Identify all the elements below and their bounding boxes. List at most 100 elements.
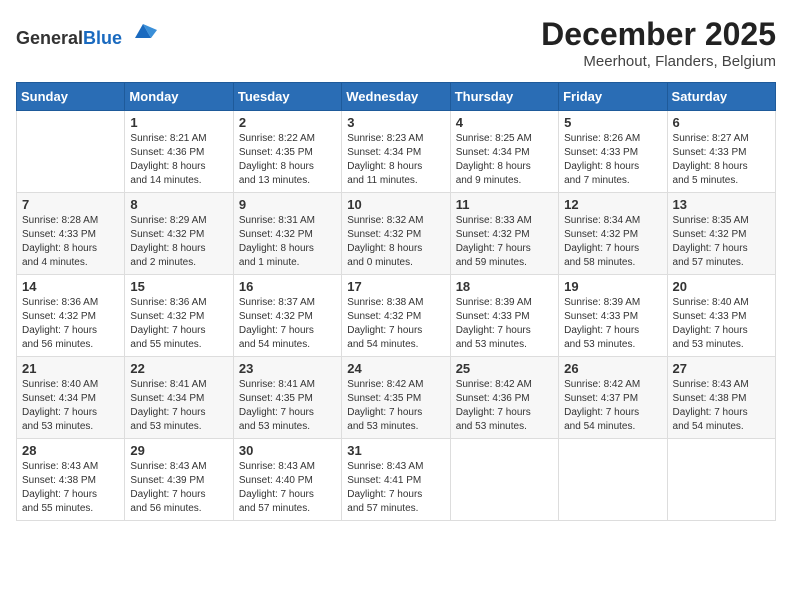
title-area: December 2025 Meerhout, Flanders, Belgiu… bbox=[541, 16, 776, 70]
calendar: SundayMondayTuesdayWednesdayThursdayFrid… bbox=[16, 82, 776, 521]
day-number: 10 bbox=[347, 197, 444, 212]
day-number: 11 bbox=[456, 197, 553, 212]
day-info: Sunrise: 8:39 AM Sunset: 4:33 PM Dayligh… bbox=[564, 296, 661, 352]
day-number: 15 bbox=[130, 279, 227, 294]
day-info: Sunrise: 8:22 AM Sunset: 4:35 PM Dayligh… bbox=[239, 132, 336, 188]
calendar-week-row: 21Sunrise: 8:40 AM Sunset: 4:34 PM Dayli… bbox=[17, 357, 776, 439]
day-info: Sunrise: 8:37 AM Sunset: 4:32 PM Dayligh… bbox=[239, 296, 336, 352]
calendar-week-row: 1Sunrise: 8:21 AM Sunset: 4:36 PM Daylig… bbox=[17, 111, 776, 193]
logo-blue-text: Blue bbox=[83, 28, 122, 48]
day-info: Sunrise: 8:26 AM Sunset: 4:33 PM Dayligh… bbox=[564, 132, 661, 188]
day-number: 23 bbox=[239, 361, 336, 376]
day-number: 7 bbox=[22, 197, 119, 212]
calendar-cell: 17 Sunrise: 8:38 AM Sunset: 4:32 PM Dayli… bbox=[342, 275, 450, 357]
day-info: Sunrise: 8:41 AM Sunset: 4:34 PM Dayligh… bbox=[130, 378, 227, 434]
day-number: 24 bbox=[347, 361, 444, 376]
day-number: 4 bbox=[456, 115, 553, 130]
calendar-cell: 26 Sunrise: 8:42 AM Sunset: 4:37 PM Dayli… bbox=[559, 357, 667, 439]
day-info: Sunrise: 8:43 AM Sunset: 4:41 PM Dayligh… bbox=[347, 460, 444, 516]
calendar-cell: 25 Sunrise: 8:42 AM Sunset: 4:36 PM Dayli… bbox=[450, 357, 558, 439]
calendar-cell: 11Sunrise: 8:33 AM Sunset: 4:32 PM Dayli… bbox=[450, 193, 558, 275]
day-number: 18 bbox=[456, 279, 553, 294]
day-info: Sunrise: 8:43 AM Sunset: 4:38 PM Dayligh… bbox=[673, 378, 770, 434]
calendar-cell: 27Sunrise: 8:43 AM Sunset: 4:38 PM Dayli… bbox=[667, 357, 775, 439]
calendar-cell: 9Sunrise: 8:31 AM Sunset: 4:32 PM Daylig… bbox=[233, 193, 341, 275]
calendar-cell bbox=[450, 439, 558, 521]
day-number: 8 bbox=[130, 197, 227, 212]
day-number: 19 bbox=[564, 279, 661, 294]
calendar-cell: 7 Sunrise: 8:28 AM Sunset: 4:33 PM Daylig… bbox=[17, 193, 125, 275]
day-info: Sunrise: 8:31 AM Sunset: 4:32 PM Dayligh… bbox=[239, 214, 336, 270]
day-info: Sunrise: 8:25 AM Sunset: 4:34 PM Dayligh… bbox=[456, 132, 553, 188]
header: GeneralBlue December 2025 Meerhout, Flan… bbox=[16, 16, 776, 70]
day-number: 20 bbox=[673, 279, 770, 294]
day-info: Sunrise: 8:38 AM Sunset: 4:32 PM Dayligh… bbox=[347, 296, 444, 352]
day-info: Sunrise: 8:34 AM Sunset: 4:32 PM Dayligh… bbox=[564, 214, 661, 270]
day-number: 14 bbox=[22, 279, 119, 294]
day-info: Sunrise: 8:27 AM Sunset: 4:33 PM Dayligh… bbox=[673, 132, 770, 188]
day-number: 22 bbox=[130, 361, 227, 376]
day-info: Sunrise: 8:41 AM Sunset: 4:35 PM Dayligh… bbox=[239, 378, 336, 434]
weekday-header-thursday: Thursday bbox=[450, 83, 558, 111]
calendar-cell: 3Sunrise: 8:23 AM Sunset: 4:34 PM Daylig… bbox=[342, 111, 450, 193]
day-number: 30 bbox=[239, 443, 336, 458]
day-info: Sunrise: 8:35 AM Sunset: 4:32 PM Dayligh… bbox=[673, 214, 770, 270]
calendar-cell: 2 Sunrise: 8:22 AM Sunset: 4:35 PM Daylig… bbox=[233, 111, 341, 193]
day-info: Sunrise: 8:43 AM Sunset: 4:38 PM Dayligh… bbox=[22, 460, 119, 516]
calendar-cell: 28Sunrise: 8:43 AM Sunset: 4:38 PM Dayli… bbox=[17, 439, 125, 521]
day-info: Sunrise: 8:43 AM Sunset: 4:39 PM Dayligh… bbox=[130, 460, 227, 516]
day-info: Sunrise: 8:29 AM Sunset: 4:32 PM Dayligh… bbox=[130, 214, 227, 270]
logo-icon bbox=[129, 16, 157, 44]
day-info: Sunrise: 8:36 AM Sunset: 4:32 PM Dayligh… bbox=[130, 296, 227, 352]
day-number: 3 bbox=[347, 115, 444, 130]
day-number: 31 bbox=[347, 443, 444, 458]
calendar-cell: 8 Sunrise: 8:29 AM Sunset: 4:32 PM Daylig… bbox=[125, 193, 233, 275]
day-number: 29 bbox=[130, 443, 227, 458]
calendar-week-row: 28Sunrise: 8:43 AM Sunset: 4:38 PM Dayli… bbox=[17, 439, 776, 521]
day-info: Sunrise: 8:42 AM Sunset: 4:37 PM Dayligh… bbox=[564, 378, 661, 434]
weekday-header-friday: Friday bbox=[559, 83, 667, 111]
logo-general-text: General bbox=[16, 28, 83, 48]
day-info: Sunrise: 8:28 AM Sunset: 4:33 PM Dayligh… bbox=[22, 214, 119, 270]
day-number: 5 bbox=[564, 115, 661, 130]
calendar-cell: 16 Sunrise: 8:37 AM Sunset: 4:32 PM Dayli… bbox=[233, 275, 341, 357]
day-info: Sunrise: 8:36 AM Sunset: 4:32 PM Dayligh… bbox=[22, 296, 119, 352]
calendar-cell: 5 Sunrise: 8:26 AM Sunset: 4:33 PM Daylig… bbox=[559, 111, 667, 193]
calendar-cell: 14 Sunrise: 8:36 AM Sunset: 4:32 PM Dayli… bbox=[17, 275, 125, 357]
calendar-cell: 21Sunrise: 8:40 AM Sunset: 4:34 PM Dayli… bbox=[17, 357, 125, 439]
month-title: December 2025 bbox=[541, 16, 776, 53]
weekday-header-tuesday: Tuesday bbox=[233, 83, 341, 111]
day-number: 17 bbox=[347, 279, 444, 294]
calendar-cell bbox=[667, 439, 775, 521]
calendar-cell: 29 Sunrise: 8:43 AM Sunset: 4:39 PM Dayli… bbox=[125, 439, 233, 521]
day-number: 26 bbox=[564, 361, 661, 376]
day-info: Sunrise: 8:32 AM Sunset: 4:32 PM Dayligh… bbox=[347, 214, 444, 270]
weekday-header-wednesday: Wednesday bbox=[342, 83, 450, 111]
day-number: 1 bbox=[130, 115, 227, 130]
calendar-cell: 4 Sunrise: 8:25 AM Sunset: 4:34 PM Daylig… bbox=[450, 111, 558, 193]
day-number: 16 bbox=[239, 279, 336, 294]
day-number: 13 bbox=[673, 197, 770, 212]
weekday-header-saturday: Saturday bbox=[667, 83, 775, 111]
calendar-cell: 13 Sunrise: 8:35 AM Sunset: 4:32 PM Dayli… bbox=[667, 193, 775, 275]
calendar-cell: 23 Sunrise: 8:41 AM Sunset: 4:35 PM Dayli… bbox=[233, 357, 341, 439]
calendar-week-row: 7 Sunrise: 8:28 AM Sunset: 4:33 PM Daylig… bbox=[17, 193, 776, 275]
calendar-week-row: 14 Sunrise: 8:36 AM Sunset: 4:32 PM Dayli… bbox=[17, 275, 776, 357]
calendar-cell: 31 Sunrise: 8:43 AM Sunset: 4:41 PM Dayli… bbox=[342, 439, 450, 521]
weekday-header-row: SundayMondayTuesdayWednesdayThursdayFrid… bbox=[17, 83, 776, 111]
weekday-header-sunday: Sunday bbox=[17, 83, 125, 111]
day-number: 25 bbox=[456, 361, 553, 376]
day-number: 6 bbox=[673, 115, 770, 130]
weekday-header-monday: Monday bbox=[125, 83, 233, 111]
day-info: Sunrise: 8:42 AM Sunset: 4:35 PM Dayligh… bbox=[347, 378, 444, 434]
day-info: Sunrise: 8:39 AM Sunset: 4:33 PM Dayligh… bbox=[456, 296, 553, 352]
day-number: 21 bbox=[22, 361, 119, 376]
day-number: 12 bbox=[564, 197, 661, 212]
calendar-cell: 22 Sunrise: 8:41 AM Sunset: 4:34 PM Dayli… bbox=[125, 357, 233, 439]
calendar-cell: 20Sunrise: 8:40 AM Sunset: 4:33 PM Dayli… bbox=[667, 275, 775, 357]
day-number: 2 bbox=[239, 115, 336, 130]
calendar-cell: 24 Sunrise: 8:42 AM Sunset: 4:35 PM Dayli… bbox=[342, 357, 450, 439]
day-info: Sunrise: 8:42 AM Sunset: 4:36 PM Dayligh… bbox=[456, 378, 553, 434]
calendar-cell: 15 Sunrise: 8:36 AM Sunset: 4:32 PM Dayli… bbox=[125, 275, 233, 357]
calendar-cell: 6 Sunrise: 8:27 AM Sunset: 4:33 PM Daylig… bbox=[667, 111, 775, 193]
